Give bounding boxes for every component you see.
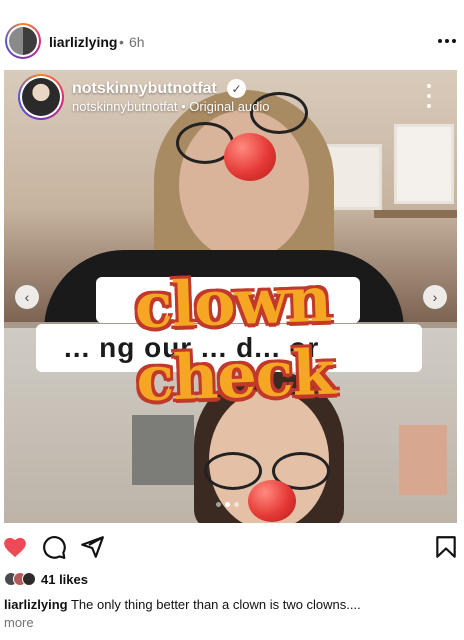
- likes-row: 41 likes: [4, 570, 88, 588]
- caption-text: The only thing better than a clown is tw…: [70, 597, 361, 612]
- reel-author-avatar[interactable]: [18, 74, 64, 120]
- action-bar: [0, 530, 464, 564]
- wall-frame: [394, 124, 454, 204]
- reel-more-icon[interactable]: [425, 84, 433, 108]
- post-media[interactable]: ... ng our ... d... or clown check notsk…: [4, 70, 457, 523]
- overlay-title: clown check: [133, 262, 336, 416]
- comment-icon[interactable]: [41, 534, 67, 560]
- caption-more-link[interactable]: more: [4, 615, 34, 630]
- likes-count[interactable]: 41 likes: [41, 572, 88, 587]
- reel-username[interactable]: notskinnybutnotfat: [72, 80, 217, 98]
- liker-avatar[interactable]: [22, 572, 36, 586]
- caption-username[interactable]: liarlizlying: [4, 597, 68, 612]
- chevron-right-icon[interactable]: ›: [423, 285, 447, 309]
- carousel-indicator: [216, 502, 239, 507]
- post-caption: liarlizlying The only thing better than …: [4, 597, 460, 612]
- share-icon[interactable]: [79, 534, 105, 560]
- reel-audio-subtitle[interactable]: notskinnybutnotfat • Original audio: [72, 99, 270, 114]
- header-separator: •: [119, 34, 124, 50]
- clown-nose: [224, 133, 276, 181]
- reel-avatar-photo: [22, 78, 60, 116]
- more-options-icon[interactable]: [436, 30, 458, 52]
- clown-nose: [248, 480, 296, 522]
- carousel-dot-active: [225, 502, 230, 507]
- glasses-lens: [204, 452, 262, 490]
- author-username[interactable]: liarlizlying: [49, 34, 117, 50]
- heart-icon[interactable]: [2, 534, 28, 560]
- chevron-left-icon[interactable]: ‹: [15, 285, 39, 309]
- carousel-dot: [216, 502, 221, 507]
- post-time[interactable]: 6h: [129, 34, 145, 50]
- post-header: liarlizlying • 6h: [0, 18, 464, 66]
- author-avatar-photo: [9, 27, 37, 55]
- bookmark-icon[interactable]: [433, 534, 459, 560]
- shelf: [374, 210, 457, 218]
- wall-sign: [132, 415, 194, 485]
- carousel-dot: [234, 502, 239, 507]
- verified-badge-icon: ✓: [227, 79, 246, 98]
- reel-header: notskinnybutnotfat ✓ notskinnybutnotfat …: [4, 74, 457, 124]
- wall-art: [399, 425, 447, 495]
- author-avatar[interactable]: [5, 23, 41, 59]
